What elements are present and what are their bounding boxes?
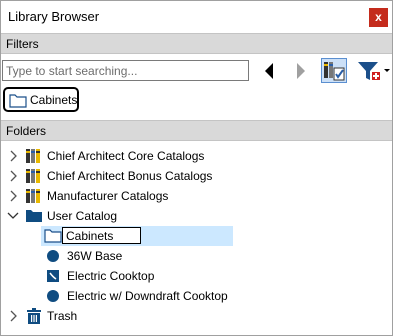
- folders-header-label: Folders: [6, 124, 47, 138]
- tree-item-label: 36W Base: [67, 249, 123, 263]
- tree-item-label: Chief Architect Bonus Catalogs: [47, 169, 213, 183]
- tree-item-manufacturer-catalogs[interactable]: Manufacturer Catalogs: [1, 186, 392, 206]
- object-dot-icon: [47, 250, 59, 262]
- tree-item-label: Trash: [47, 309, 78, 323]
- arrow-right-icon: [297, 62, 305, 79]
- catalog-books-icon: [26, 149, 40, 163]
- filter-view-toggle[interactable]: [321, 58, 347, 83]
- filters-section-header: Filters: [1, 33, 392, 54]
- rename-input[interactable]: [62, 227, 141, 244]
- chevron-right-icon[interactable]: [8, 189, 20, 203]
- tree-item-user-catalog[interactable]: User Catalog: [1, 206, 392, 226]
- filter-add-icon: [358, 61, 390, 80]
- tree-item-core-catalogs[interactable]: Chief Architect Core Catalogs: [1, 146, 392, 166]
- cooktop-icon: [47, 270, 59, 282]
- folder-outline-icon: [9, 94, 27, 108]
- folders-section-header: Folders: [1, 120, 392, 141]
- catalog-books-icon: [26, 189, 40, 203]
- back-button[interactable]: [259, 58, 279, 83]
- search-input[interactable]: [2, 60, 249, 81]
- catalog-books-icon: [26, 169, 40, 183]
- tree-item-label: User Catalog: [47, 209, 118, 223]
- tree-item-label: Electric w/ Downdraft Cooktop: [67, 289, 228, 303]
- add-filter-button[interactable]: [355, 58, 393, 83]
- tree-item-label: Chief Architect Core Catalogs: [47, 149, 205, 163]
- tree-item-bonus-catalogs[interactable]: Chief Architect Bonus Catalogs: [1, 166, 392, 186]
- chevron-right-icon[interactable]: [8, 169, 20, 183]
- forward-button[interactable]: [291, 58, 311, 83]
- chevron-right-icon[interactable]: [8, 149, 20, 163]
- library-browser-window: Library Browser x Filters Type to start …: [0, 0, 393, 336]
- window-title: Library Browser: [8, 9, 100, 24]
- filters-header-label: Filters: [6, 37, 39, 51]
- folder-outline-icon: [44, 229, 62, 243]
- tree-item-electric-cooktop[interactable]: Electric Cooktop: [1, 266, 392, 286]
- tree-item-cabinets[interactable]: [1, 226, 392, 246]
- tree-item-36w-base[interactable]: 36W Base: [1, 246, 392, 266]
- tree-item-downdraft-cooktop[interactable]: Electric w/ Downdraft Cooktop: [1, 286, 392, 306]
- tree-item-trash[interactable]: Trash: [1, 306, 392, 326]
- chevron-down-icon[interactable]: [7, 209, 19, 223]
- tree-item-label: Manufacturer Catalogs: [47, 189, 169, 203]
- catalog-filter-icon: [324, 61, 345, 80]
- chevron-right-icon[interactable]: [8, 309, 20, 323]
- object-dot-icon: [47, 290, 59, 302]
- active-filter-label: Cabinets: [30, 93, 78, 107]
- folder-filled-icon: [26, 210, 42, 222]
- tree-item-label: Electric Cooktop: [67, 269, 155, 283]
- active-filter-chip[interactable]: Cabinets: [3, 87, 79, 112]
- title-bar: Library Browser x: [1, 1, 392, 33]
- arrow-left-icon: [265, 62, 273, 79]
- trash-icon: [27, 308, 41, 324]
- close-button[interactable]: x: [369, 8, 388, 27]
